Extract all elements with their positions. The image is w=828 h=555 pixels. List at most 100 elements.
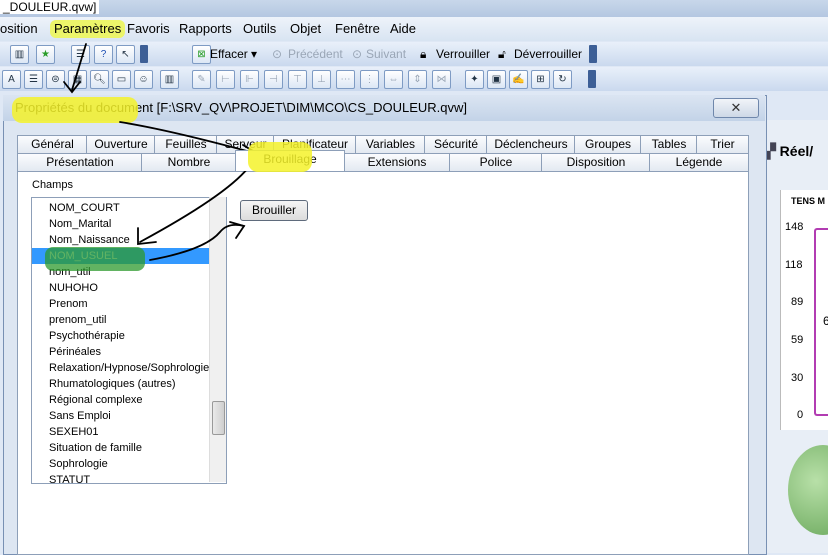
tab-securite[interactable]: Sécurité — [424, 135, 488, 153]
tab-presentation[interactable]: Présentation — [17, 153, 143, 171]
favorite-star-icon[interactable]: ★ — [36, 45, 55, 64]
highlight-mark — [248, 142, 312, 172]
verrouiller-button[interactable]: Verrouiller — [436, 46, 490, 62]
tab-variables[interactable]: Variables — [355, 135, 426, 153]
tab-nombre[interactable]: Nombre — [141, 153, 237, 171]
y-tick: 89 — [791, 296, 804, 308]
previous-icon: ⊙ — [272, 47, 283, 61]
listbox-icon[interactable]: ☰ — [24, 70, 43, 89]
toolbar-grip[interactable] — [589, 45, 597, 63]
list-item[interactable]: Prenom — [49, 296, 88, 312]
menu-parametres[interactable]: Paramètres — [50, 20, 126, 38]
y-tick: 148 — [785, 221, 804, 233]
clear-icon: ⊠ — [192, 45, 211, 64]
y-tick: 59 — [791, 334, 804, 346]
tab-police[interactable]: Police — [449, 153, 543, 171]
list-item[interactable]: Régional complexe — [49, 392, 143, 408]
menu-aide[interactable]: Aide — [390, 20, 416, 38]
chart-icon[interactable]: ▥ — [160, 70, 179, 89]
chart-icon[interactable]: ▥ — [10, 45, 29, 64]
list-item[interactable]: Psychothérapie — [49, 328, 125, 344]
list-item[interactable]: Sophrologie — [49, 456, 108, 472]
list-item[interactable]: Nom_Naissance — [49, 232, 130, 248]
menu-bar: osition Paramètres Favoris Rapports Outi… — [0, 17, 828, 41]
align-top-icon: ⊤ — [288, 70, 307, 89]
tab-feuilles[interactable]: Feuilles — [154, 135, 218, 153]
precedent-button[interactable]: Précédent — [288, 46, 343, 62]
table-icon[interactable]: ▦ — [68, 70, 87, 89]
tab-extensions[interactable]: Extensions — [343, 153, 451, 171]
search-icon[interactable]: 🔍︎ — [90, 70, 109, 89]
spacing-icon: ⋈ — [432, 70, 451, 89]
whats-this-icon[interactable]: ↖ — [116, 45, 135, 64]
menu-favoris[interactable]: Favoris — [127, 20, 170, 38]
toolbar-grip[interactable] — [140, 45, 148, 63]
text-object-icon[interactable]: A — [2, 70, 21, 89]
toolbar-main: ▥ ★ ☰ ? ↖ ⊠ Effacer ▾ ⊙ Précédent ⊙ Suiv… — [0, 42, 828, 66]
tab-trier[interactable]: Trier — [696, 135, 749, 153]
y-tick: 30 — [791, 372, 804, 384]
edit-script-icon[interactable]: ✍ — [509, 70, 528, 89]
menu-rapports[interactable]: Rapports — [179, 20, 232, 38]
list-item[interactable]: Relaxation/Hypnose/Sophrologie — [49, 360, 209, 376]
list-item[interactable]: prenom_util — [49, 312, 106, 328]
multibox-icon[interactable]: ⊜ — [46, 70, 65, 89]
menu-outils[interactable]: Outils — [243, 20, 276, 38]
chevron-down-icon[interactable]: ▾ — [251, 46, 257, 62]
scrollbar-thumb[interactable] — [212, 401, 225, 435]
menu-objet[interactable]: Objet — [290, 20, 321, 38]
list-item[interactable]: NOM_COURT — [49, 200, 120, 216]
list-item[interactable]: STATUT — [49, 472, 90, 483]
list-item[interactable]: Nom_Marital — [49, 216, 111, 232]
tab-ouverture[interactable]: Ouverture — [86, 135, 156, 153]
input-box-icon[interactable]: ▭ — [112, 70, 131, 89]
reload-icon[interactable]: ↻ — [553, 70, 572, 89]
deverrouiller-button[interactable]: Déverrouiller — [514, 46, 582, 62]
chart-title: TENS M — [791, 196, 826, 206]
list-item[interactable]: NUHOHO — [49, 280, 98, 296]
menu-position[interactable]: osition — [0, 20, 38, 38]
list-item[interactable]: SEXEH01 — [49, 424, 99, 440]
champs-label: Champs — [32, 179, 73, 191]
tab-declencheurs[interactable]: Déclencheurs — [486, 135, 576, 153]
align-right-icon: ⊣ — [264, 70, 283, 89]
highlight-mark — [12, 97, 138, 123]
toolbar-design: A ☰ ⊜ ▦ 🔍︎ ▭ ☺ ▥ ✎ ⊢ ⊩ ⊣ ⊤ ⊥ ⋯ ⋮ ⇔ ⇕ ⋈ ✦… — [0, 67, 828, 91]
reel-tab-label: Réel/ — [779, 143, 814, 159]
properties-icon[interactable]: ✦ — [465, 70, 484, 89]
next-icon: ⊙ — [352, 47, 363, 61]
sheet-properties-icon[interactable]: ▣ — [487, 70, 506, 89]
reel-tab[interactable]: ▞ Réel/ — [765, 143, 813, 160]
fields-list[interactable]: NOM_COURT Nom_Marital Nom_Naissance NOM_… — [31, 197, 227, 484]
smiley-icon[interactable]: ☺ — [134, 70, 153, 89]
list-item[interactable]: Rhumatologiques (autres) — [49, 376, 176, 392]
lock-icon: 🔒︎ — [420, 47, 427, 61]
effacer-button[interactable]: Effacer — [210, 46, 248, 62]
list-icon[interactable]: ☰ — [71, 45, 90, 64]
list-scrollbar[interactable] — [209, 197, 226, 482]
list-item[interactable]: Situation de famille — [49, 440, 142, 456]
app-title-bar: _DOULEUR.qvw] — [0, 0, 828, 17]
same-width-icon: ⇔ — [384, 70, 403, 89]
y-tick: 118 — [785, 259, 803, 271]
align-left-icon: ⊢ — [216, 70, 235, 89]
help-icon[interactable]: ? — [94, 45, 113, 64]
list-item[interactable]: Sans Emploi — [49, 408, 111, 424]
tab-legende[interactable]: Légende — [649, 153, 749, 171]
same-height-icon: ⇕ — [408, 70, 427, 89]
highlight-mark — [45, 247, 145, 271]
list-item[interactable]: Périnéales — [49, 344, 101, 360]
tab-tables[interactable]: Tables — [640, 135, 698, 153]
suivant-button[interactable]: Suivant — [366, 46, 406, 62]
menu-fenetre[interactable]: Fenêtre — [335, 20, 380, 38]
brouiller-button[interactable]: Brouiller — [240, 200, 308, 221]
close-icon: ✕ — [730, 100, 742, 115]
distribute-vertical-icon: ⋮ — [360, 70, 379, 89]
table-viewer-icon[interactable]: ⊞ — [531, 70, 550, 89]
close-button[interactable]: ✕ — [713, 98, 759, 118]
toolbar-grip[interactable] — [588, 70, 596, 88]
tab-general[interactable]: Général — [17, 135, 88, 153]
tab-disposition[interactable]: Disposition — [541, 153, 651, 171]
distribute-icon: ⋯ — [336, 70, 355, 89]
tab-groupes[interactable]: Groupes — [574, 135, 642, 153]
